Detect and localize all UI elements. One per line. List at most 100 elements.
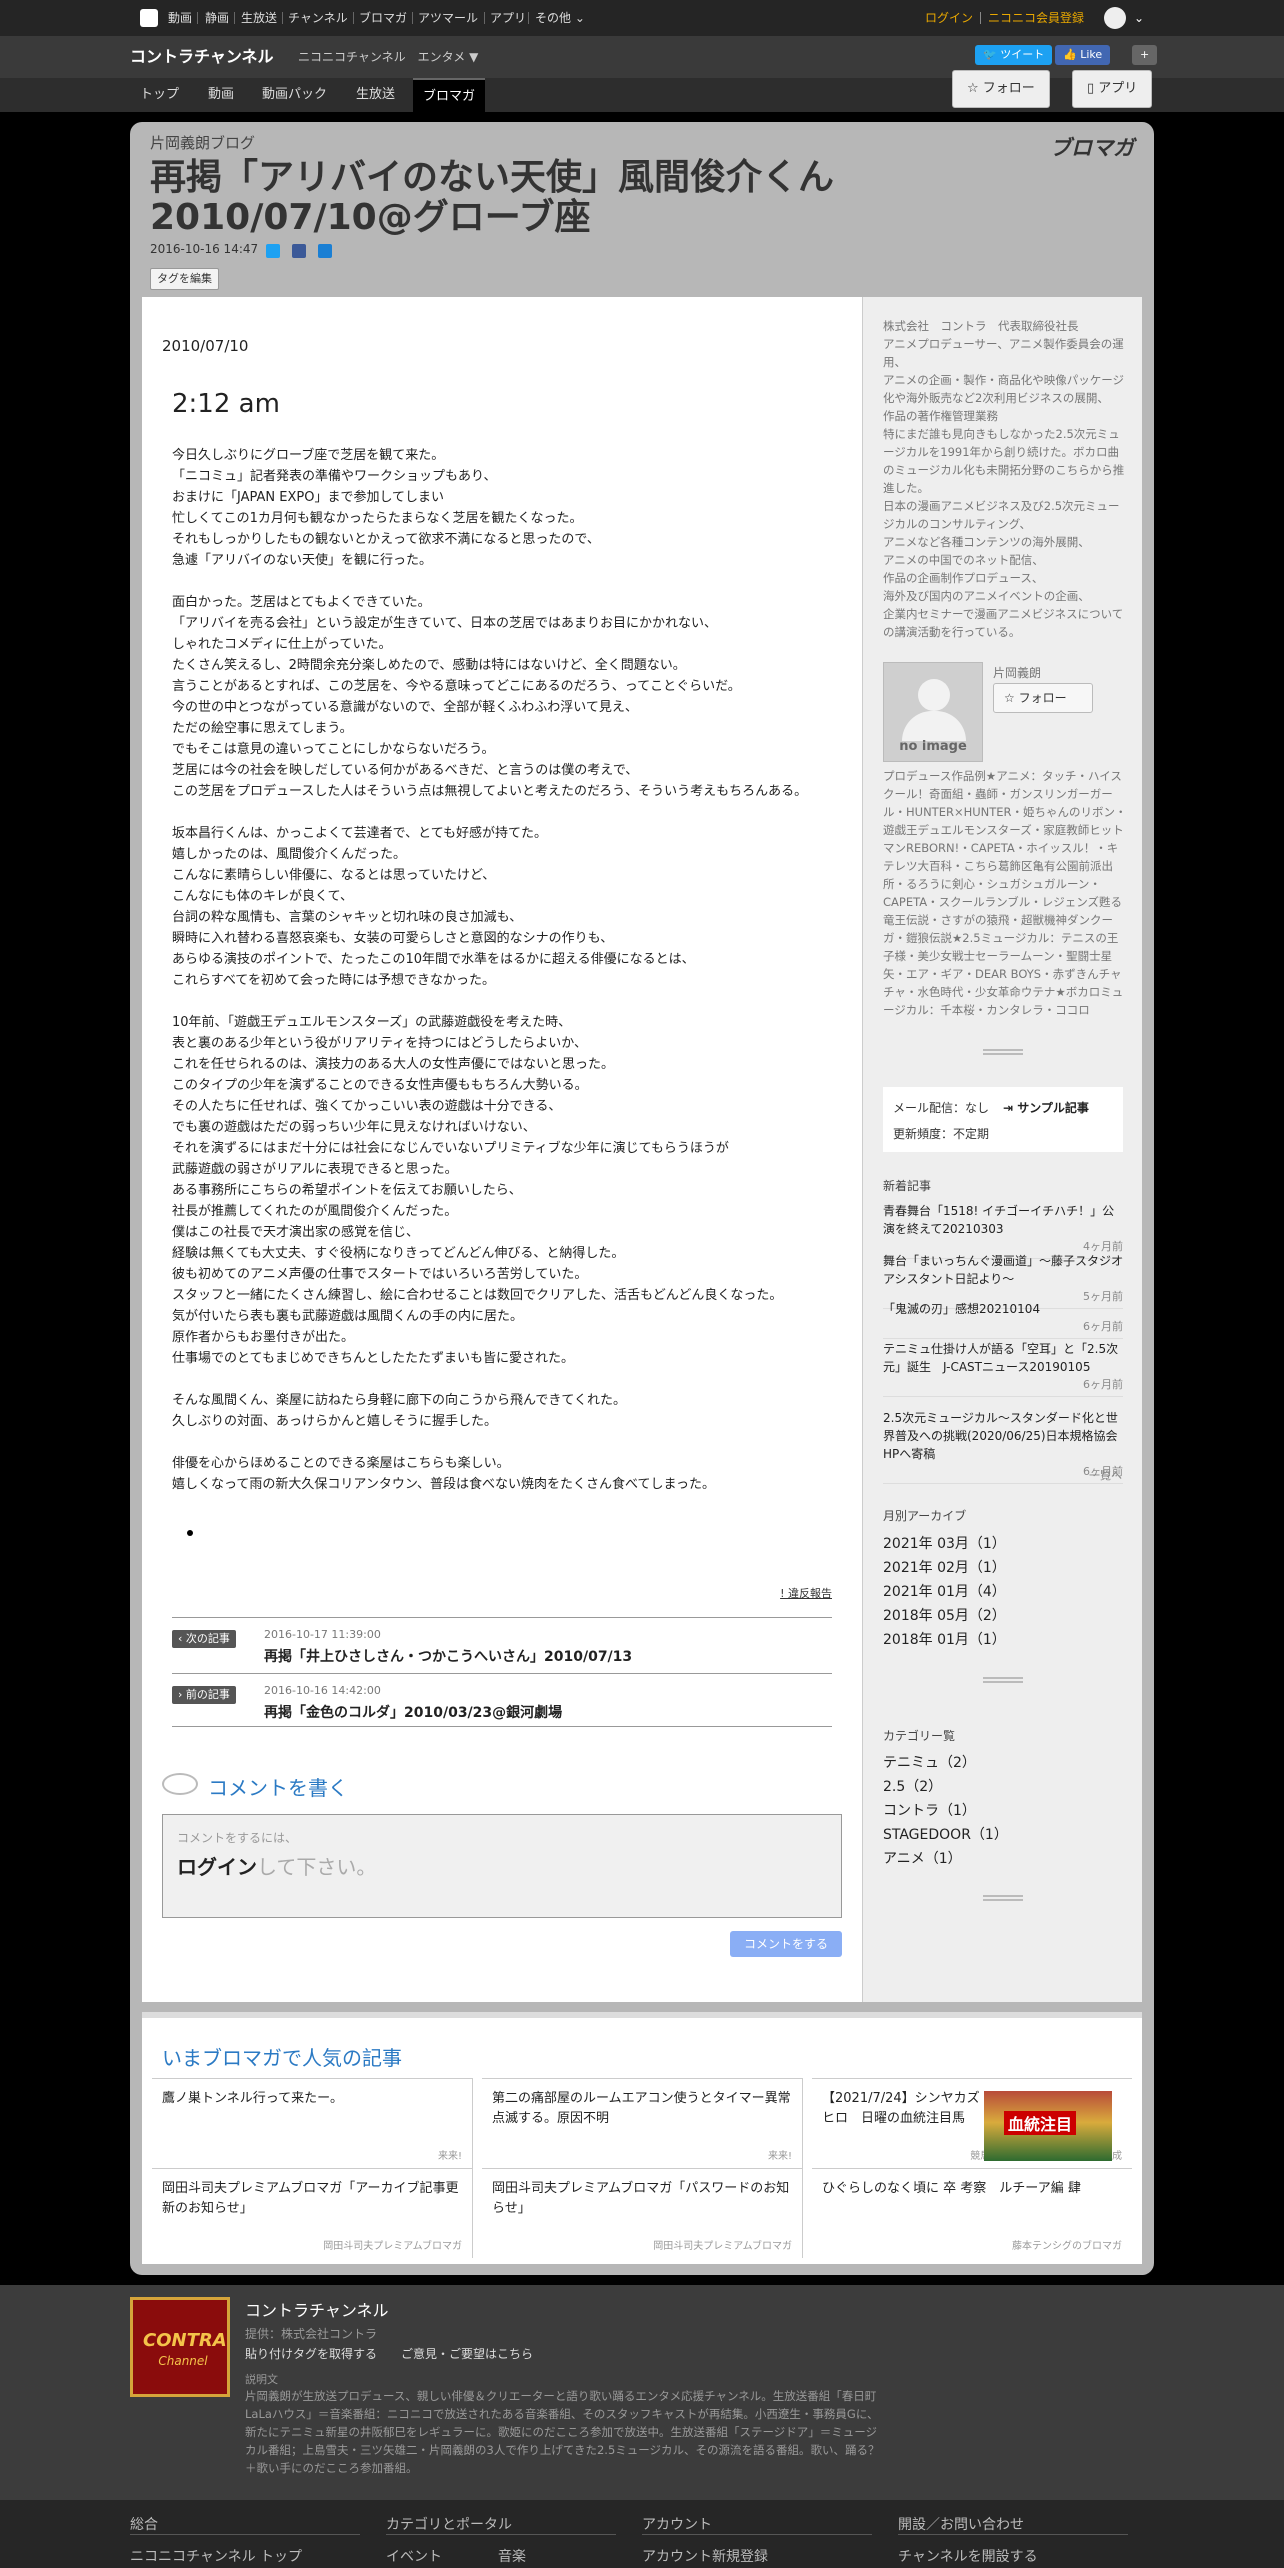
popular-card-title[interactable]: 鷹ノ巣トンネル行って来たー。 <box>162 2089 462 2109</box>
tab-live[interactable]: 生放送 <box>346 78 405 112</box>
prev-article[interactable]: › 前の記事 2016-10-16 14:42:00 再掲「金色のコルダ」201… <box>172 1673 832 1727</box>
comment-textarea[interactable]: コメントをするには、 ログインして下さい。 <box>162 1814 842 1918</box>
blog-name[interactable]: 片岡義朗ブログ <box>150 132 255 153</box>
tag-edit-button[interactable]: タグを編集 <box>150 268 219 290</box>
gnav-live[interactable]: 生放送 <box>241 0 277 36</box>
popular-card[interactable]: 鷹ノ巣トンネル行って来たー。 来来! <box>152 2078 472 2168</box>
article-line: ある事務所にこちらの希望ポイントを伝えてお願いしたら、 <box>172 1183 522 1198</box>
gnav-channel[interactable]: チャンネル <box>288 0 348 36</box>
archive-item[interactable]: 2021年 02月（1） <box>883 1557 1006 1577</box>
collapse-handle-icon[interactable] <box>983 1895 1023 1901</box>
gnav-more[interactable]: その他 ⌄ <box>535 0 585 36</box>
tab-video-pack[interactable]: 動画パック <box>252 78 337 112</box>
category-item[interactable]: 2.5（2） <box>883 1776 942 1796</box>
news-item[interactable]: 青春舞台「1518! イチゴーイチハチ！」公演を終えて20210303 4ヶ月前 <box>883 1202 1123 1259</box>
tab-video[interactable]: 動画 <box>198 78 244 112</box>
category-item[interactable]: アニメ（1） <box>883 1848 962 1868</box>
archive-heading: 月別アーカイブ <box>883 1509 967 1523</box>
popular-card-title[interactable]: 岡田斗司夫プレミアムブロマガ「アーカイブ記事更新のお知らせ」 <box>162 2179 462 2219</box>
facebook-share-icon[interactable] <box>292 244 306 258</box>
news-title[interactable]: 青春舞台「1518! イチゴーイチハチ！」公演を終えて20210303 <box>883 1202 1123 1238</box>
chevron-left-icon: ‹ <box>178 1632 183 1645</box>
login-link[interactable]: ログイン <box>177 1855 257 1879</box>
news-item[interactable]: 2.5次元ミュージカル～スタンダード化と世界普及への挑戦(2020/06/25)… <box>883 1409 1123 1484</box>
archive-item[interactable]: 2018年 05月（2） <box>883 1605 1006 1625</box>
gnav-app[interactable]: アプリ <box>490 0 526 36</box>
tab-blomaga[interactable]: ブロマガ <box>413 78 486 112</box>
sample-article-link[interactable]: ⇥ サンプル記事 <box>1003 1099 1089 1116</box>
prev-article-title[interactable]: 再掲「金色のコルダ」2010/03/23@銀河劇場 <box>264 1702 562 1722</box>
login-link[interactable]: ログイン <box>925 0 973 36</box>
article-line: でも裏の遊戯はただの弱っちい少年に見えなければいけない、 <box>172 1120 536 1135</box>
next-article-title[interactable]: 再掲「井上ひさしさん・つかこうへいさん」2010/07/13 <box>264 1646 632 1666</box>
archive-item[interactable]: 2018年 01月（1） <box>883 1629 1006 1649</box>
report-link[interactable]: ! 違反報告 <box>780 1585 832 1601</box>
popular-card[interactable]: 第二の痛部屋のルームエアコン使うとタイマー異常点滅する。原因不明 来来! <box>482 2078 802 2168</box>
popular-card-title[interactable]: 第二の痛部屋のルームエアコン使うとタイマー異常点滅する。原因不明 <box>492 2089 792 2129</box>
description-line: アニメなど各種コンテンツの海外展開、 <box>883 535 1090 549</box>
star-icon: ☆ <box>967 81 979 96</box>
update-frequency: 更新頻度：不定期 <box>893 1127 990 1141</box>
gnav-atsumaru[interactable]: アツマール <box>418 0 478 36</box>
news-title[interactable]: 「鬼滅の刃」感想20210104 <box>883 1300 1123 1318</box>
footer-link[interactable]: チャンネルを開設する <box>898 2546 1038 2566</box>
channel-title[interactable]: コントラチャンネル <box>130 36 274 78</box>
twitter-share-icon[interactable] <box>266 244 280 258</box>
footer-link[interactable]: アカウント新規登録 <box>642 2546 768 2566</box>
article-line: 俳優を心からほめることのできる楽屋はこちらも楽しい。 <box>172 1456 510 1471</box>
news-item[interactable]: テニミュ仕掛け人が語る「空耳」と「2.5次元」誕生 J-CASTニュース2019… <box>883 1340 1123 1397</box>
tab-top[interactable]: トップ <box>130 78 189 112</box>
prev-article-date: 2016-10-16 14:42:00 <box>264 1684 381 1697</box>
hatena-share-icon[interactable] <box>318 244 332 258</box>
genre-dropdown[interactable]: エンタメ ▼ <box>418 50 479 64</box>
article-line: 表と裏のある少年という役がリアリティを持つにはどうしたらよいか、 <box>172 1036 587 1051</box>
next-article[interactable]: ‹ 次の記事 2016-10-17 11:39:00 再掲「井上ひさしさん・つか… <box>172 1617 832 1671</box>
footer-channel-name[interactable]: コントラチャンネル <box>245 2297 389 2321</box>
popular-card[interactable]: 岡田斗司夫プレミアムブロマガ「パスワードのお知らせ」 岡田斗司夫プレミアムブロマガ <box>482 2168 802 2258</box>
category-item[interactable]: コントラ（1） <box>883 1800 976 1820</box>
share-button[interactable]: + <box>1132 45 1158 65</box>
facebook-like-button[interactable]: 👍 Like <box>1055 45 1111 65</box>
owner-follow-button[interactable]: ☆ フォロー <box>993 683 1093 713</box>
gnav-seiga[interactable]: 静画 <box>205 0 229 36</box>
mail-delivery: メール配信：なし <box>893 1101 990 1115</box>
archive-item[interactable]: 2021年 01月（4） <box>883 1581 1006 1601</box>
collapse-handle-icon[interactable] <box>983 1049 1023 1055</box>
archive-item[interactable]: 2021年 03月（1） <box>883 1533 1006 1553</box>
popular-card[interactable]: 【2021/7/24】シンヤカズヒロ 日曜の血統注目馬競馬王Webマガジン－競馬… <box>812 2078 1132 2168</box>
category-item[interactable]: STAGEDOOR（1） <box>883 1824 1008 1844</box>
news-title[interactable]: 2.5次元ミュージカル～スタンダード化と世界普及への挑戦(2020/06/25)… <box>883 1409 1123 1463</box>
follow-channel-button[interactable]: ☆ フォロー <box>952 70 1050 108</box>
gnav-douga[interactable]: 動画 <box>168 0 192 36</box>
chevron-down-icon[interactable]: ⌄ <box>1134 0 1144 36</box>
article-line: 急遽「アリバイのない天使」を観に行った。 <box>172 553 433 568</box>
footer-link[interactable]: ニコニコチャンネル トップ <box>130 2546 302 2566</box>
popular-card[interactable]: 岡田斗司夫プレミアムブロマガ「アーカイブ記事更新のお知らせ」 岡田斗司夫プレミアム… <box>152 2168 472 2258</box>
register-link[interactable]: ニコニコ会員登録 <box>988 0 1084 36</box>
footer-link[interactable]: イベント 音楽 <box>386 2546 526 2566</box>
user-avatar-icon[interactable] <box>1104 7 1126 29</box>
app-label: アプリ <box>1098 81 1138 96</box>
popular-card[interactable]: ひぐらしのなく頃に 卒 考察 ルチーア編 肆藤本テンシグのブロマガ <box>812 2168 1132 2258</box>
collapse-handle-icon[interactable] <box>983 1677 1023 1683</box>
news-item[interactable]: 「鬼滅の刃」感想20210104 6ヶ月前 <box>883 1300 1123 1339</box>
comment-submit-button[interactable]: コメントをする <box>729 1931 842 1957</box>
footer-column-heading: 開設／お問い合わせ <box>898 2517 1024 2533</box>
popular-card-thumbnail[interactable]: 血統注目 <box>984 2091 1112 2161</box>
divider <box>197 12 198 24</box>
news-title[interactable]: テニミュ仕掛け人が語る「空耳」と「2.5次元」誕生 J-CASTニュース2019… <box>883 1340 1123 1376</box>
news-title[interactable]: 舞台「まいっちんぐ漫画道」～藤子スタジオアシスタント日記より～ <box>883 1252 1123 1288</box>
category-item[interactable]: テニミュ（2） <box>883 1752 976 1772</box>
niconico-logo-icon[interactable] <box>140 9 158 27</box>
popular-card-title[interactable]: 岡田斗司夫プレミアムブロマガ「パスワードのお知らせ」 <box>492 2179 792 2219</box>
gnav-blomaga[interactable]: ブロマガ <box>359 0 407 36</box>
app-button[interactable]: ▯ アプリ <box>1072 70 1153 108</box>
popular-card-title[interactable]: 【2021/7/24】シンヤカズヒロ 日曜の血統注目馬 <box>822 2089 982 2129</box>
more-link[interactable]: 一覧へ <box>1089 1467 1122 1483</box>
tweet-button[interactable]: 🐦 ツイート <box>975 45 1053 65</box>
chevron-right-icon: › <box>178 1688 183 1701</box>
article-line: それもしっかりしたもの観ないとかえって欲求不満になると思ったので、 <box>172 532 600 547</box>
footer-links[interactable]: 貼り付けタグを取得する ご意見・ご要望はこちら <box>245 2345 533 2362</box>
popular-card-title[interactable]: ひぐらしのなく頃に 卒 考察 ルチーア編 肆 <box>822 2179 1122 2199</box>
channel-logo[interactable]: CONTRA Channel <box>130 2297 230 2397</box>
